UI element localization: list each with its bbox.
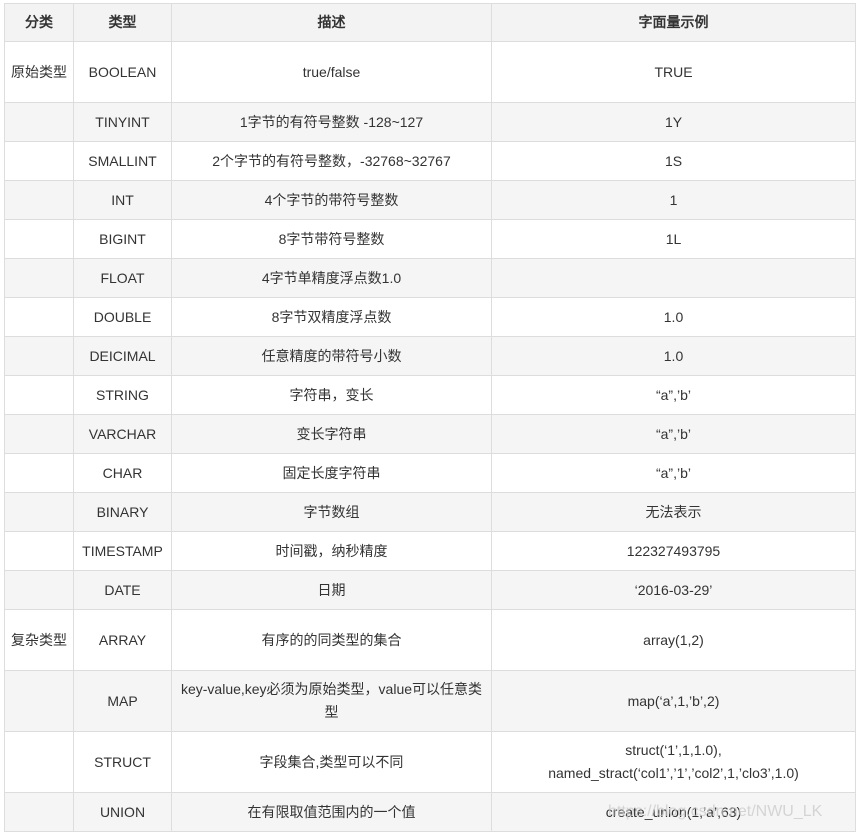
table-row: STRING 字符串，变长 “a”,’b’	[4, 375, 856, 415]
table-row: VARCHAR 变长字符串 “a”,’b’	[4, 414, 856, 454]
table-row: CHAR 固定长度字符串 “a”,’b’	[4, 453, 856, 493]
cell-type: UNION	[73, 792, 172, 832]
cell-type: TINYINT	[73, 102, 172, 142]
cell-category	[4, 570, 74, 610]
cell-description: key-value,key必须为原始类型，value可以任意类型	[171, 670, 492, 732]
cell-type: ARRAY	[73, 609, 172, 671]
cell-example: 无法表示	[491, 492, 856, 532]
cell-example: TRUE	[491, 41, 856, 103]
cell-description: 日期	[171, 570, 492, 610]
header-example: 字面量示例	[491, 3, 856, 42]
cell-type: STRING	[73, 375, 172, 415]
cell-category	[4, 141, 74, 181]
cell-example: 1	[491, 180, 856, 220]
cell-type: CHAR	[73, 453, 172, 493]
cell-example: ‘2016-03-29’	[491, 570, 856, 610]
cell-category	[4, 492, 74, 532]
cell-category	[4, 453, 74, 493]
header-row: 分类 类型 描述 字面量示例	[4, 3, 856, 42]
cell-type: FLOAT	[73, 258, 172, 298]
table-row: BIGINT 8字节带符号整数 1L	[4, 219, 856, 259]
cell-category	[4, 375, 74, 415]
table-row: DOUBLE 8字节双精度浮点数 1.0	[4, 297, 856, 337]
cell-example: 1Y	[491, 102, 856, 142]
cell-type: VARCHAR	[73, 414, 172, 454]
cell-example: “a”,’b’	[491, 414, 856, 454]
cell-description: true/false	[171, 41, 492, 103]
cell-type: TIMESTAMP	[73, 531, 172, 571]
cell-type: BIGINT	[73, 219, 172, 259]
cell-description: 变长字符串	[171, 414, 492, 454]
cell-type: STRUCT	[73, 731, 172, 793]
cell-description: 字节数组	[171, 492, 492, 532]
cell-example: 1.0	[491, 336, 856, 376]
cell-category: 原始类型	[4, 41, 74, 103]
table-row: FLOAT 4字节单精度浮点数1.0	[4, 258, 856, 298]
cell-example: create_union(1,’a’,63)	[491, 792, 856, 832]
cell-description: 任意精度的带符号小数	[171, 336, 492, 376]
cell-description: 固定长度字符串	[171, 453, 492, 493]
cell-description: 有序的的同类型的集合	[171, 609, 492, 671]
cell-type: DATE	[73, 570, 172, 610]
cell-category: 复杂类型	[4, 609, 74, 671]
table-row: 原始类型 BOOLEAN true/false TRUE	[4, 41, 856, 103]
cell-category	[4, 414, 74, 454]
table-row: UNION 在有限取值范围内的一个值 create_union(1,’a’,63)	[4, 792, 856, 832]
cell-example	[491, 258, 856, 298]
cell-category	[4, 336, 74, 376]
cell-description: 8字节带符号整数	[171, 219, 492, 259]
table-row: INT 4个字节的带符号整数 1	[4, 180, 856, 220]
cell-type: INT	[73, 180, 172, 220]
cell-category	[4, 180, 74, 220]
table-row: TINYINT 1字节的有符号整数 -128~127 1Y	[4, 102, 856, 142]
table-row: MAP key-value,key必须为原始类型，value可以任意类型 map(‘…	[4, 670, 856, 732]
cell-type: DEICIMAL	[73, 336, 172, 376]
table-row: DATE 日期 ‘2016-03-29’	[4, 570, 856, 610]
hive-data-types-table: 分类 类型 描述 字面量示例 原始类型 BOOLEAN true/false TRUE…	[4, 3, 856, 832]
cell-description: 字符串，变长	[171, 375, 492, 415]
cell-type: DOUBLE	[73, 297, 172, 337]
cell-category	[4, 102, 74, 142]
cell-example: 1.0	[491, 297, 856, 337]
cell-category	[4, 731, 74, 793]
cell-example: 1L	[491, 219, 856, 259]
cell-example: “a”,’b’	[491, 375, 856, 415]
table-row: BINARY 字节数组 无法表示	[4, 492, 856, 532]
table-row: STRUCT 字段集合,类型可以不同 struct(‘1’,1,1.0), name…	[4, 731, 856, 793]
cell-description: 时间戳，纳秒精度	[171, 531, 492, 571]
cell-example: map(‘a’,1,’b’,2)	[491, 670, 856, 732]
cell-category	[4, 792, 74, 832]
table-row: SMALLINT 2个字节的有符号整数，-32768~32767 1S	[4, 141, 856, 181]
cell-type: BOOLEAN	[73, 41, 172, 103]
cell-category	[4, 258, 74, 298]
cell-type: BINARY	[73, 492, 172, 532]
cell-category	[4, 219, 74, 259]
header-description: 描述	[171, 3, 492, 42]
cell-example: struct(‘1’,1,1.0), named_stract(‘col1’,’…	[491, 731, 856, 793]
cell-example: 1S	[491, 141, 856, 181]
cell-description: 4字节单精度浮点数1.0	[171, 258, 492, 298]
cell-category	[4, 531, 74, 571]
cell-type: MAP	[73, 670, 172, 732]
cell-description: 1字节的有符号整数 -128~127	[171, 102, 492, 142]
cell-description: 4个字节的带符号整数	[171, 180, 492, 220]
cell-category	[4, 670, 74, 732]
table-row: TIMESTAMP 时间戳，纳秒精度 122327493795	[4, 531, 856, 571]
cell-description: 2个字节的有符号整数，-32768~32767	[171, 141, 492, 181]
header-category: 分类	[4, 3, 74, 42]
cell-description: 在有限取值范围内的一个值	[171, 792, 492, 832]
header-type: 类型	[73, 3, 172, 42]
table-row: 复杂类型 ARRAY 有序的的同类型的集合 array(1,2)	[4, 609, 856, 671]
cell-example: “a”,’b’	[491, 453, 856, 493]
table-row: DEICIMAL 任意精度的带符号小数 1.0	[4, 336, 856, 376]
cell-description: 8字节双精度浮点数	[171, 297, 492, 337]
cell-type: SMALLINT	[73, 141, 172, 181]
cell-description: 字段集合,类型可以不同	[171, 731, 492, 793]
cell-category	[4, 297, 74, 337]
cell-example: 122327493795	[491, 531, 856, 571]
cell-example: array(1,2)	[491, 609, 856, 671]
